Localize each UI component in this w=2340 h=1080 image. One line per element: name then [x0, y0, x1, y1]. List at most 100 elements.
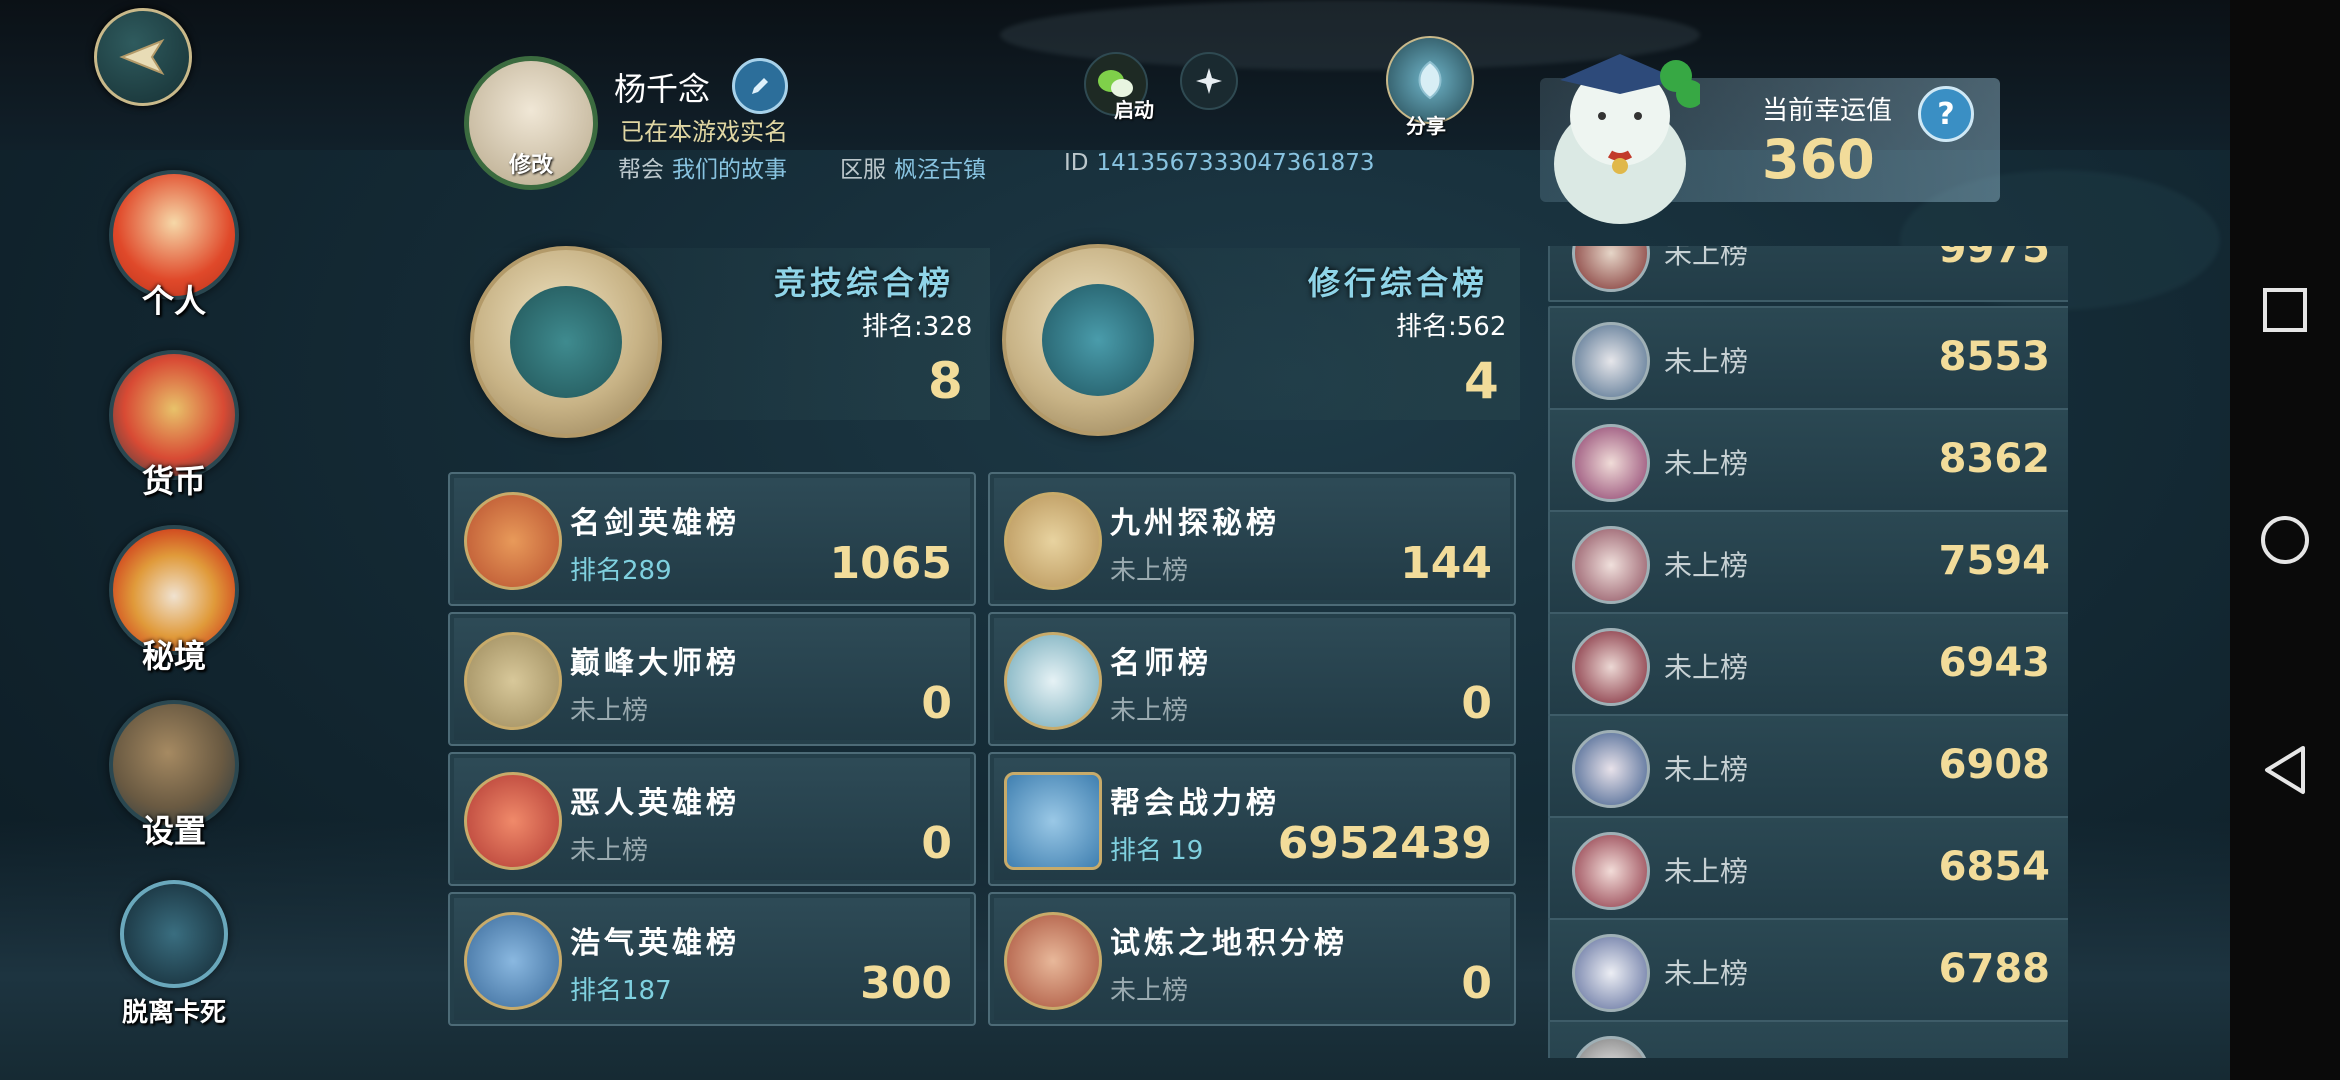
- card-rank: 排名187: [570, 976, 672, 1006]
- sidebar-item-currency[interactable]: 货币: [104, 350, 244, 502]
- sidebar-item-secret-realm[interactable]: 秘境: [104, 525, 244, 677]
- leaderboard-card-trial-ground[interactable]: 试炼之地积分榜 未上榜 0: [988, 892, 1516, 1026]
- system-navigation-bar: [2230, 0, 2340, 1080]
- guild-banner-icon: [1004, 772, 1102, 870]
- fan-icon: [1004, 632, 1102, 730]
- arena-rank-badge-icon[interactable]: [470, 246, 662, 438]
- game-center-button[interactable]: [1180, 52, 1238, 110]
- leaderboard-card-guild-power[interactable]: 帮会战力榜 排名 19 6952439: [988, 752, 1516, 886]
- character-rank-status: 未上榜: [1664, 549, 1749, 582]
- cultivation-overall-value: 4: [1464, 352, 1499, 410]
- character-score: 6854: [1938, 844, 2050, 890]
- character-score: 6943: [1938, 640, 2050, 686]
- square-icon: [2263, 288, 2307, 332]
- luck-value: 360: [1762, 128, 1875, 191]
- recent-apps-button[interactable]: [2255, 280, 2315, 340]
- sidebar-item-personal[interactable]: 个人: [104, 170, 244, 322]
- sidebar-item-label: 脱离卡死: [121, 998, 226, 1028]
- id-info: ID 1413567333047361873: [1064, 150, 1375, 176]
- leaderboard-card-peak-master[interactable]: 巅峰大师榜 未上榜 0: [448, 612, 976, 746]
- arrow-left-icon: [119, 38, 165, 76]
- character-avatar: [1572, 730, 1650, 808]
- character-avatar: [1572, 246, 1650, 292]
- card-value: 6952439: [1277, 818, 1492, 869]
- character-rank-status: 未上榜: [1664, 957, 1749, 990]
- back-button[interactable]: [94, 8, 192, 106]
- character-rank-status: 未上榜: [1664, 447, 1749, 480]
- leaderboard-card-sword-hero[interactable]: 名剑英雄榜 排名289 1065: [448, 472, 976, 606]
- character-score: 8362: [1938, 436, 2050, 482]
- list-item[interactable]: [1548, 1020, 2068, 1058]
- crossed-swords-icon: [464, 632, 562, 730]
- leaderboard-card-righteous-hero[interactable]: 浩气英雄榜 排名187 300: [448, 892, 976, 1026]
- card-title: 试炼之地积分榜: [1110, 926, 1348, 961]
- leaderboard-card-famous-teacher[interactable]: 名师榜 未上榜 0: [988, 612, 1516, 746]
- list-item[interactable]: 未上榜 6788: [1548, 918, 2068, 1022]
- demon-crest-icon: [464, 772, 562, 870]
- card-value: 1065: [829, 538, 952, 589]
- card-status: 未上榜: [1110, 696, 1189, 726]
- avatar-edit-label: 修改: [508, 152, 553, 178]
- character-avatar: [1572, 526, 1650, 604]
- sidebar-item-settings[interactable]: 设置: [104, 700, 244, 852]
- id-label: ID: [1064, 150, 1089, 176]
- list-item[interactable]: 未上榜 8553: [1548, 306, 2068, 410]
- lion-crest-icon: [1004, 492, 1102, 590]
- luck-label: 当前幸运值: [1762, 96, 1893, 126]
- arena-overall-rank: 排名:328: [862, 312, 973, 342]
- guild-info: 帮会 我们的故事: [618, 150, 787, 184]
- card-rank: 排名 19: [1110, 836, 1204, 866]
- sidebar-item-label: 设置: [141, 812, 206, 850]
- pencil-icon: [752, 78, 768, 94]
- list-item[interactable]: 未上榜 6854: [1548, 816, 2068, 920]
- cultivation-overall-rank: 排名:562: [1396, 312, 1507, 342]
- character-score: 9975: [1938, 246, 2050, 272]
- card-title: 九州探秘榜: [1110, 506, 1280, 541]
- card-title: 浩气英雄榜: [570, 926, 740, 961]
- card-title: 帮会战力榜: [1110, 786, 1280, 821]
- sword-icon: [464, 492, 562, 590]
- sidebar-item-label: 个人: [141, 282, 206, 320]
- card-title: 恶人英雄榜: [570, 786, 740, 821]
- leaderboard-card-jiuzhou-explore[interactable]: 九州探秘榜 未上榜 144: [988, 472, 1516, 606]
- card-title: 名师榜: [1110, 646, 1212, 681]
- triangle-back-icon: [2265, 746, 2305, 794]
- character-rank-status: 未上榜: [1664, 246, 1749, 270]
- home-button[interactable]: [2255, 510, 2315, 570]
- avatar[interactable]: 修改: [464, 56, 598, 190]
- realname-status: 已在本游戏实名: [620, 118, 788, 146]
- server-label: 区服: [840, 157, 886, 183]
- luck-help-button[interactable]: ?: [1918, 86, 1974, 142]
- card-value: 0: [1461, 678, 1492, 729]
- list-item[interactable]: 未上榜 6908: [1548, 714, 2068, 818]
- righteous-crest-icon: [464, 912, 562, 1010]
- list-item[interactable]: 未上榜 7594: [1548, 510, 2068, 614]
- guild-name-link[interactable]: 我们的故事: [672, 157, 787, 183]
- trial-scroll-icon: [1004, 912, 1102, 1010]
- sidebar-item-unstuck[interactable]: 脱离卡死: [104, 880, 244, 1029]
- list-item[interactable]: 未上榜 6943: [1548, 612, 2068, 716]
- list-item[interactable]: 未上榜 8362: [1548, 408, 2068, 512]
- character-rank-status: 未上榜: [1664, 345, 1749, 378]
- character-avatar: [1572, 832, 1650, 910]
- character-avatar: [1572, 424, 1650, 502]
- card-status: 未上榜: [570, 696, 649, 726]
- list-item[interactable]: 未上榜 9975: [1548, 246, 2068, 302]
- edit-name-button[interactable]: [732, 58, 788, 114]
- share-label: 分享: [1406, 114, 1446, 138]
- wechat-launch-label: 启动: [1114, 98, 1154, 122]
- card-value: 0: [1461, 958, 1492, 1009]
- circle-icon: [2261, 516, 2309, 564]
- card-value: 0: [921, 818, 952, 869]
- arena-overall-title: 竞技综合榜: [774, 264, 955, 302]
- player-name: 杨千念: [614, 70, 711, 108]
- character-rank-status: 未上榜: [1664, 855, 1749, 888]
- back-nav-button[interactable]: [2255, 740, 2315, 800]
- cultivation-rank-badge-icon[interactable]: [1002, 244, 1194, 436]
- card-value: 0: [921, 678, 952, 729]
- character-avatar: [1572, 628, 1650, 706]
- leaderboard-card-villain-hero[interactable]: 恶人英雄榜 未上榜 0: [448, 752, 976, 886]
- gears-hexagon-icon: [120, 880, 228, 988]
- character-score-list[interactable]: 未上榜 9975 未上榜 8553 未上榜 8362 未上榜 7594 未上榜 …: [1548, 246, 2068, 1058]
- character-rank-status: 未上榜: [1664, 651, 1749, 684]
